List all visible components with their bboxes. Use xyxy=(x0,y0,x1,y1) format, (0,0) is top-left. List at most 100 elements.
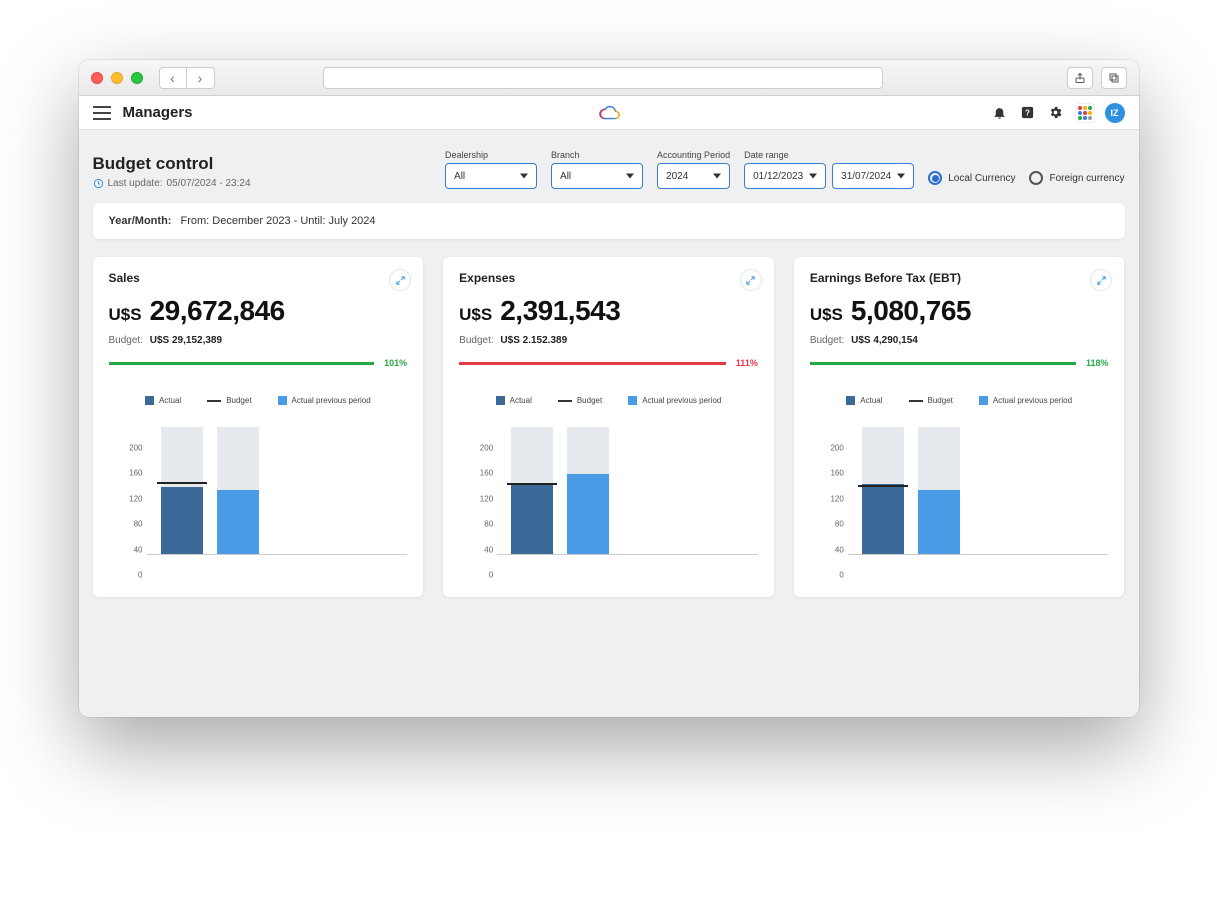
minimize-window-icon[interactable] xyxy=(111,72,123,84)
kpi-title: Expenses xyxy=(459,271,758,285)
page-section-title: Managers xyxy=(123,104,193,121)
legend-actual-label: Actual xyxy=(159,396,181,405)
kpi-budget-label: Budget: xyxy=(810,335,844,346)
last-update-label: Last update: xyxy=(108,178,163,189)
chart-budget-line xyxy=(507,483,557,485)
date-range-label: Date range xyxy=(744,150,914,160)
legend-budget-line-icon xyxy=(909,400,923,402)
period-banner-text: From: December 2023 - Until: July 2024 xyxy=(181,215,376,227)
chart-bar-actual xyxy=(511,427,553,554)
branch-label: Branch xyxy=(551,150,643,160)
browser-window: ‹ › + Managers xyxy=(79,60,1139,717)
help-icon[interactable]: ? xyxy=(1019,104,1037,122)
chart-budget-line xyxy=(157,482,207,484)
kpi-currency: U$S xyxy=(810,305,843,325)
mini-bar-chart: 04080120160200 xyxy=(109,415,408,575)
legend-actual-swatch-icon xyxy=(145,396,154,405)
user-avatar[interactable]: IZ xyxy=(1105,103,1125,123)
legend-budget-label: Budget xyxy=(928,396,953,405)
nav-forward-button[interactable]: › xyxy=(187,67,215,89)
chart-legend: Actual Budget Actual previous period xyxy=(459,396,758,405)
kpi-card: Sales U$S 29,672,846 Budget: U$S 29,152,… xyxy=(93,257,424,597)
menu-icon[interactable] xyxy=(93,106,111,120)
settings-gear-icon[interactable] xyxy=(1047,104,1065,122)
kpi-budget-value: U$S 4,290,154 xyxy=(851,335,918,346)
chart-budget-line xyxy=(858,485,908,487)
kpi-title: Earnings Before Tax (EBT) xyxy=(810,271,1109,285)
kpi-card: Expenses U$S 2,391,543 Budget: U$S 2.152… xyxy=(443,257,774,597)
currency-foreign-label: Foreign currency xyxy=(1049,173,1124,184)
browser-title-bar: ‹ › + xyxy=(79,60,1139,96)
kpi-title: Sales xyxy=(109,271,408,285)
app-header: Managers ? IZ xyxy=(79,96,1139,130)
kpi-budget-value: U$S 29,152,389 xyxy=(150,335,222,346)
apps-grid-icon[interactable] xyxy=(1075,103,1095,123)
kpi-value: 2,391,543 xyxy=(500,295,620,327)
kpi-percent: 111% xyxy=(736,358,758,368)
chart-bar-previous xyxy=(918,427,960,554)
zoom-window-icon[interactable] xyxy=(131,72,143,84)
mini-bar-chart: 04080120160200 xyxy=(810,415,1109,575)
chart-y-axis: 04080120160200 xyxy=(109,415,143,575)
legend-budget-line-icon xyxy=(207,400,221,402)
kpi-currency: U$S xyxy=(109,305,142,325)
legend-previous-swatch-icon xyxy=(278,396,287,405)
dealership-select[interactable]: All xyxy=(445,163,537,189)
legend-budget-label: Budget xyxy=(577,396,602,405)
period-banner-label: Year/Month: xyxy=(109,215,172,227)
kpi-progress-bar xyxy=(459,362,726,365)
tabs-icon[interactable] xyxy=(1101,67,1127,89)
branch-select[interactable]: All xyxy=(551,163,643,189)
notifications-icon[interactable] xyxy=(991,104,1009,122)
legend-budget-label: Budget xyxy=(226,396,251,405)
kpi-value: 5,080,765 xyxy=(851,295,971,327)
kpi-budget-label: Budget: xyxy=(459,335,493,346)
legend-actual-swatch-icon xyxy=(846,396,855,405)
date-from-select[interactable]: 01/12/2023 xyxy=(744,163,826,189)
chart-y-axis: 04080120160200 xyxy=(810,415,844,575)
dealership-label: Dealership xyxy=(445,150,537,160)
chart-legend: Actual Budget Actual previous period xyxy=(810,396,1109,405)
chart-legend: Actual Budget Actual previous period xyxy=(109,396,408,405)
mini-bar-chart: 04080120160200 xyxy=(459,415,758,575)
period-banner: Year/Month: From: December 2023 - Until:… xyxy=(93,203,1125,239)
close-window-icon[interactable] xyxy=(91,72,103,84)
legend-actual-swatch-icon xyxy=(496,396,505,405)
kpi-progress-bar xyxy=(810,362,1076,365)
kpi-value: 29,672,846 xyxy=(150,295,285,327)
legend-actual-label: Actual xyxy=(860,396,882,405)
nav-back-button[interactable]: ‹ xyxy=(159,67,187,89)
kpi-percent: 118% xyxy=(1086,358,1109,368)
radio-icon xyxy=(1029,171,1043,185)
chart-y-axis: 04080120160200 xyxy=(459,415,493,575)
expand-icon[interactable] xyxy=(1090,269,1112,291)
chart-bar-actual xyxy=(161,427,203,554)
period-select[interactable]: 2024 xyxy=(657,163,730,189)
filters-row: Budget control Last update: 05/07/2024 -… xyxy=(93,144,1125,203)
kpi-budget-value: U$S 2.152.389 xyxy=(500,335,567,346)
app-logo-cloud-icon xyxy=(598,104,620,122)
radio-icon xyxy=(928,171,942,185)
kpi-progress-bar xyxy=(109,362,375,365)
currency-foreign-radio[interactable]: Foreign currency xyxy=(1029,171,1124,185)
period-label: Accounting Period xyxy=(657,150,730,160)
legend-previous-label: Actual previous period xyxy=(993,396,1072,405)
svg-text:?: ? xyxy=(1025,109,1030,118)
expand-icon[interactable] xyxy=(389,269,411,291)
url-input[interactable] xyxy=(323,67,883,89)
kpi-row: Sales U$S 29,672,846 Budget: U$S 29,152,… xyxy=(93,257,1125,597)
kpi-card: Earnings Before Tax (EBT) U$S 5,080,765 … xyxy=(794,257,1125,597)
expand-icon[interactable] xyxy=(740,269,762,291)
share-icon[interactable] xyxy=(1067,67,1093,89)
window-controls xyxy=(91,72,143,84)
chart-bar-previous xyxy=(567,427,609,554)
currency-local-radio[interactable]: Local Currency xyxy=(928,171,1015,185)
currency-local-label: Local Currency xyxy=(948,173,1015,184)
legend-budget-line-icon xyxy=(558,400,572,402)
legend-previous-label: Actual previous period xyxy=(292,396,371,405)
date-to-select[interactable]: 31/07/2024 xyxy=(832,163,914,189)
legend-previous-swatch-icon xyxy=(628,396,637,405)
clock-icon xyxy=(93,178,104,189)
kpi-budget-label: Budget: xyxy=(109,335,143,346)
last-update-value: 05/07/2024 - 23:24 xyxy=(167,178,251,189)
